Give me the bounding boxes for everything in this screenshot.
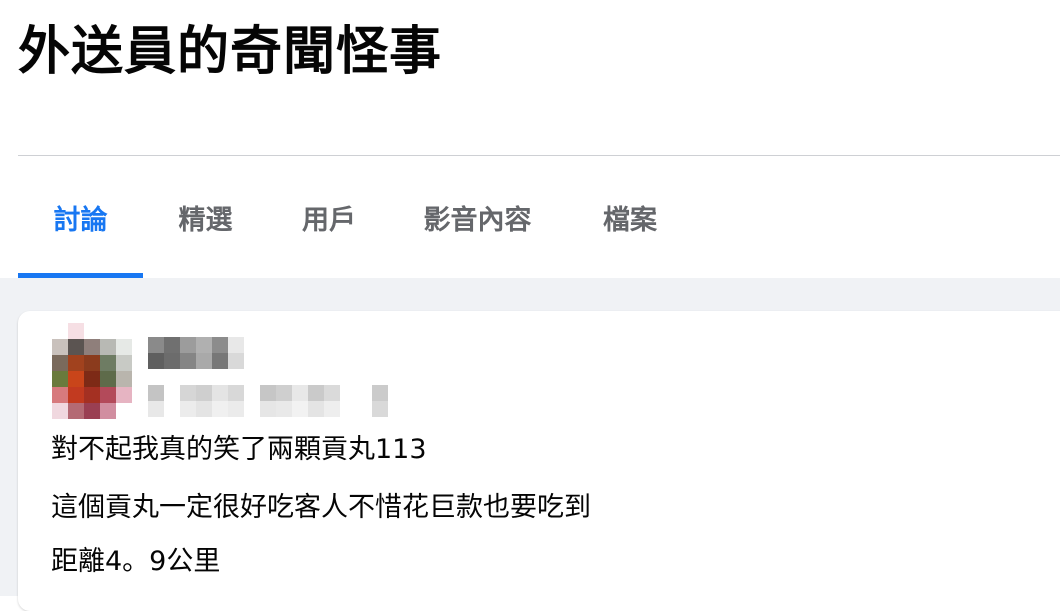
post-text-line-1: 對不起我真的笑了兩顆貢丸113	[51, 434, 427, 465]
tab-featured[interactable]: 精選	[143, 156, 268, 278]
author-name[interactable]	[148, 337, 258, 371]
avatar[interactable]	[52, 323, 134, 419]
tab-files[interactable]: 檔案	[565, 156, 695, 278]
post-meta-redaction	[148, 385, 428, 417]
tab-members[interactable]: 用戶	[268, 156, 390, 278]
tab-discussion[interactable]: 討論	[18, 156, 143, 278]
tab-files-label: 檔案	[603, 204, 657, 236]
tab-media-label: 影音內容	[423, 204, 532, 236]
post-card: 對不起我真的笑了兩顆貢丸113 這個貢丸一定很好吃客人不惜花巨款也要吃到 距離4…	[18, 311, 1060, 611]
tab-media[interactable]: 影音內容	[390, 156, 565, 278]
post-text-line-2: 這個貢丸一定很好吃客人不惜花巨款也要吃到	[51, 492, 591, 523]
tab-discussion-label: 討論	[53, 204, 108, 236]
post-text-line-3: 距離4。9公里	[51, 546, 221, 577]
tab-members-label: 用戶	[302, 204, 356, 236]
tab-featured-label: 精選	[178, 204, 233, 236]
group-header: 外送員的奇聞怪事	[0, 0, 1060, 156]
group-tabs: 討論 精選 用戶 影音內容 檔案	[18, 156, 1060, 278]
group-title: 外送員的奇聞怪事	[18, 22, 443, 82]
